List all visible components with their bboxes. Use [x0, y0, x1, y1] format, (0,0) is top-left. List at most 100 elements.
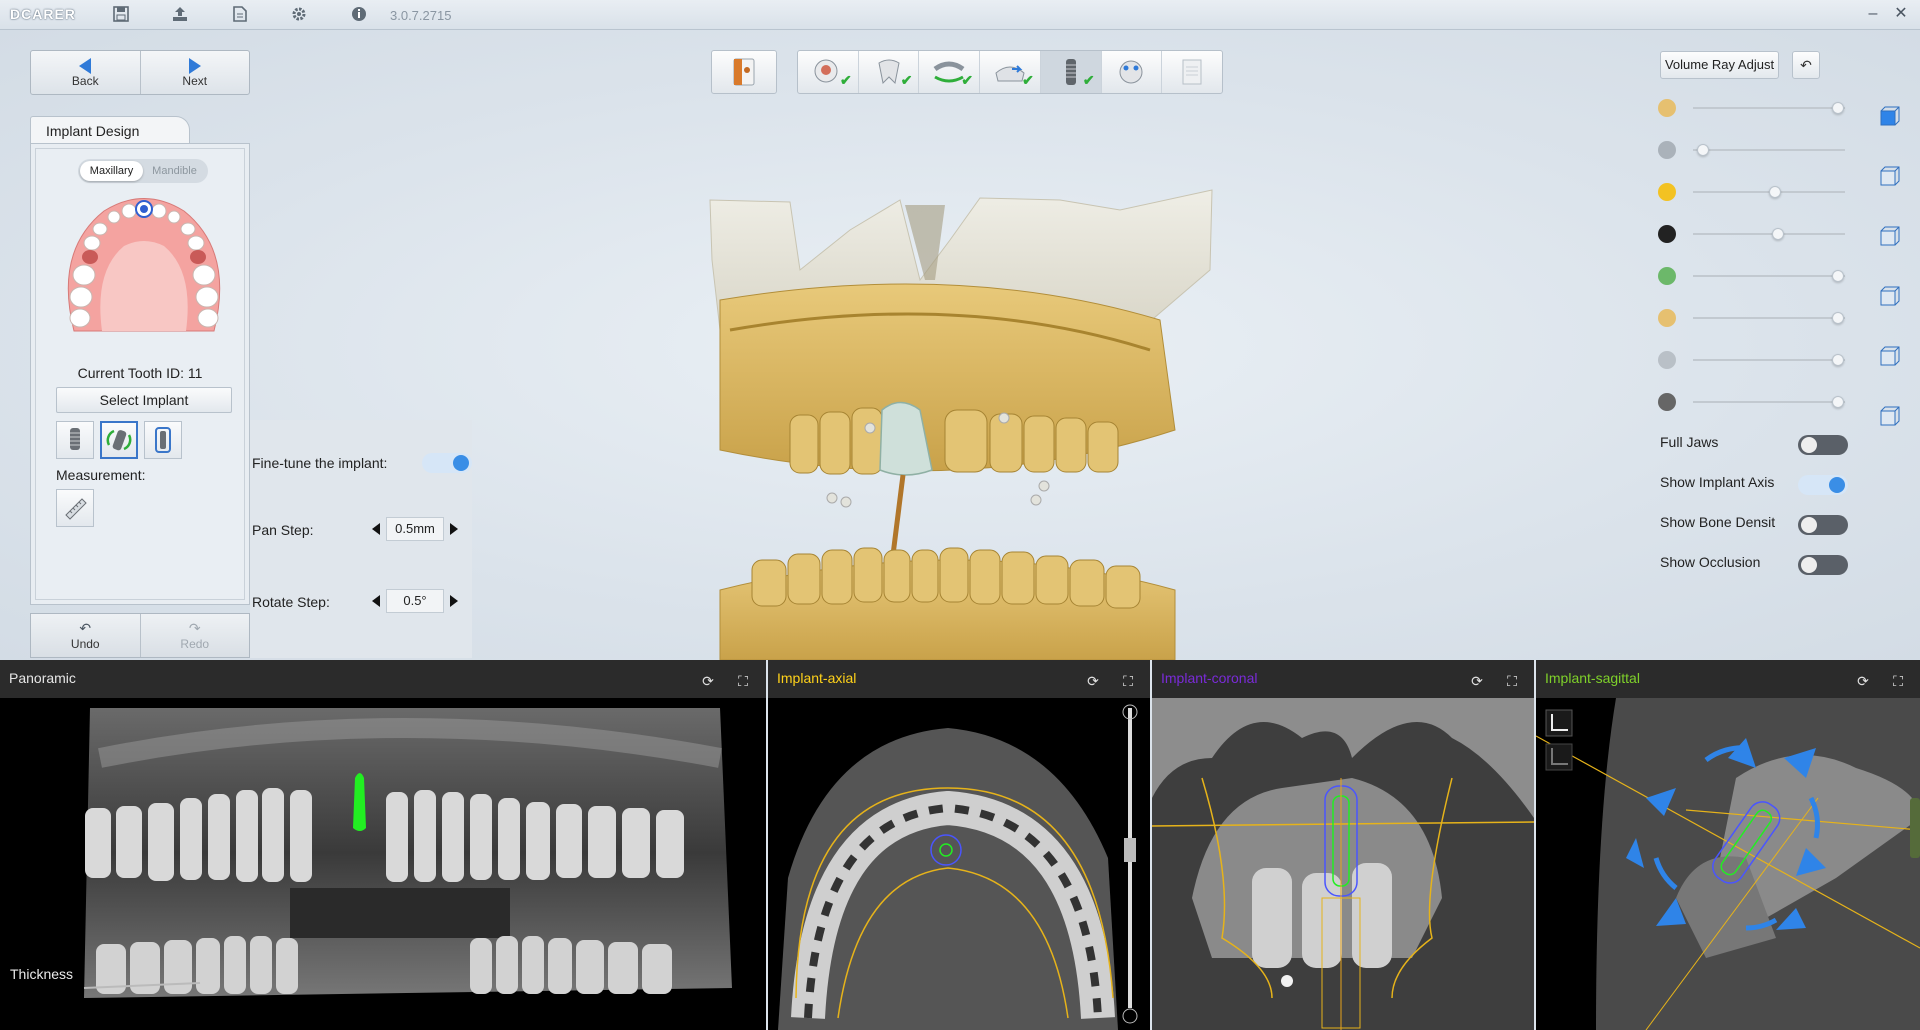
- view-cube-icon[interactable]: [1878, 225, 1900, 247]
- sagittal-image: [1536, 698, 1920, 1030]
- slider-thumb[interactable]: [1768, 186, 1781, 198]
- back-button[interactable]: Back: [31, 51, 140, 94]
- rotate-step-value[interactable]: 0.5°: [386, 589, 444, 613]
- close-icon[interactable]: ✕: [1890, 3, 1912, 25]
- implant-design-panel: Maxillary Mandible Current Tooth ID: 11 …: [30, 143, 250, 605]
- pan-step-label: Pan Step:: [252, 522, 314, 538]
- settings-icon[interactable]: [290, 6, 308, 24]
- export-icon[interactable]: [171, 6, 189, 24]
- back-label: Back: [71, 73, 99, 88]
- refresh-icon[interactable]: ⟳: [1084, 672, 1102, 690]
- panoramic-viewport[interactable]: Panoramic ⟳ ⛶ Thickness: [0, 660, 766, 1030]
- check-icon: ✔: [839, 72, 852, 88]
- volume-ray-adjust-button[interactable]: Volume Ray Adjust: [1660, 51, 1779, 79]
- slider-track[interactable]: [1693, 401, 1845, 403]
- maximize-icon[interactable]: ⛶: [734, 672, 752, 690]
- view-cube-icon[interactable]: [1878, 405, 1900, 427]
- pan-step-stepper: 0.5mm: [372, 517, 458, 541]
- maximize-icon[interactable]: ⛶: [1119, 672, 1137, 690]
- check-icon: ✔: [1022, 72, 1034, 88]
- workflow-step-report[interactable]: [1162, 51, 1222, 93]
- implant-marker: [353, 773, 366, 831]
- slider-track[interactable]: [1693, 233, 1845, 235]
- decrement-icon[interactable]: [372, 523, 380, 535]
- view-cube-icon[interactable]: [1878, 345, 1900, 367]
- slider-track[interactable]: [1693, 107, 1845, 109]
- slider-thumb[interactable]: [1697, 144, 1710, 156]
- slider-thumb[interactable]: [1831, 396, 1844, 408]
- next-button[interactable]: Next: [139, 51, 250, 94]
- workflow-step-guide[interactable]: [1102, 51, 1163, 93]
- implant-rotate-tool-button[interactable]: [100, 421, 138, 459]
- slider-thumb[interactable]: [1831, 270, 1844, 282]
- next-label: Next: [182, 73, 208, 88]
- lower-model-icon: [1658, 309, 1676, 327]
- maximize-icon[interactable]: ⛶: [1889, 672, 1907, 690]
- workflow-step-implant[interactable]: ✔: [1040, 51, 1102, 93]
- abutment-tool-button[interactable]: [144, 421, 182, 459]
- show-occlusion-toggle[interactable]: [1798, 555, 1848, 575]
- full-jaws-toggle[interactable]: [1798, 435, 1848, 455]
- document-icon[interactable]: [231, 6, 249, 24]
- workflow-step-register[interactable]: ✔: [980, 51, 1041, 93]
- tab-implant-design[interactable]: Implant Design: [30, 116, 190, 144]
- axial-viewport[interactable]: Implant-axial ⟳ ⛶: [768, 660, 1150, 1030]
- implant-tool-button[interactable]: [56, 421, 94, 459]
- arrow-left-icon: [79, 57, 92, 74]
- view-cube-icon[interactable]: [1878, 165, 1900, 187]
- jaw-option-mandible[interactable]: Mandible: [143, 161, 206, 181]
- view-cube-icon[interactable]: [1878, 105, 1900, 127]
- slider-thumb[interactable]: [1771, 228, 1784, 240]
- contrast-icon: [1658, 225, 1676, 243]
- slider-row: [1658, 266, 1848, 286]
- refresh-icon[interactable]: ⟳: [1854, 672, 1872, 690]
- reset-view-button[interactable]: ↶: [1792, 51, 1820, 79]
- upper-model-icon: [1658, 267, 1676, 285]
- slider-track[interactable]: [1693, 275, 1845, 277]
- slider-track[interactable]: [1693, 149, 1845, 151]
- fine-tune-toggle[interactable]: [422, 453, 472, 473]
- slider-thumb[interactable]: [1831, 354, 1844, 366]
- undo-label: Undo: [70, 637, 100, 651]
- option-label: Show Occlusion: [1660, 554, 1761, 570]
- refresh-icon[interactable]: ⟳: [699, 672, 717, 690]
- coronal-viewport[interactable]: Implant-coronal ⟳ ⛶: [1152, 660, 1534, 1030]
- workflow-step-align[interactable]: ✔: [919, 51, 981, 93]
- increment-icon[interactable]: [450, 595, 458, 607]
- check-icon: ✔: [1082, 72, 1095, 88]
- brightness-icon: [1658, 183, 1676, 201]
- slider-thumb[interactable]: [1831, 312, 1844, 324]
- jaw-toggle[interactable]: Maxillary Mandible: [78, 159, 208, 183]
- minimize-icon[interactable]: –: [1862, 3, 1884, 25]
- undo-button[interactable]: ↶ Undo: [31, 614, 140, 657]
- save-icon[interactable]: [112, 6, 130, 24]
- implant-adjust-icon: [106, 429, 132, 451]
- slider-track[interactable]: [1693, 359, 1845, 361]
- implant-icon: [70, 428, 80, 450]
- option-show-occlusion: Show Occlusion: [1660, 554, 1850, 576]
- thickness-label: Thickness: [10, 966, 74, 982]
- maximize-icon[interactable]: ⛶: [1503, 672, 1521, 690]
- case-info-button[interactable]: [711, 50, 777, 94]
- slider-thumb[interactable]: [1831, 102, 1844, 114]
- increment-icon[interactable]: [450, 523, 458, 535]
- show-implant-axis-toggle[interactable]: [1798, 475, 1848, 495]
- refresh-icon[interactable]: ⟳: [1468, 672, 1486, 690]
- case-book-icon: [733, 58, 755, 86]
- show-bone-density-toggle[interactable]: [1798, 515, 1848, 535]
- select-implant-button[interactable]: Select Implant: [56, 387, 232, 413]
- decrement-icon[interactable]: [372, 595, 380, 607]
- dental-arch-map[interactable]: [54, 191, 234, 341]
- view-cube-icon[interactable]: [1878, 285, 1900, 307]
- axial-image: [768, 698, 1150, 1030]
- jaw-option-maxillary[interactable]: Maxillary: [80, 161, 143, 181]
- pan-step-value[interactable]: 0.5mm: [386, 517, 444, 541]
- viewport-title: Implant-axial: [777, 670, 857, 686]
- slider-track[interactable]: [1693, 317, 1845, 319]
- workflow-step-segment[interactable]: ✔: [859, 51, 920, 93]
- info-icon[interactable]: [350, 6, 368, 24]
- redo-button[interactable]: ↷ Redo: [139, 614, 250, 657]
- workflow-step-scan[interactable]: ✔: [798, 51, 859, 93]
- sagittal-viewport[interactable]: Implant-sagittal ⟳ ⛶: [1536, 660, 1920, 1030]
- measurement-button[interactable]: [56, 489, 94, 527]
